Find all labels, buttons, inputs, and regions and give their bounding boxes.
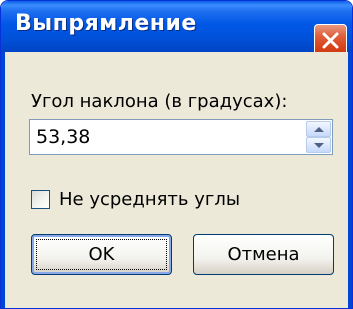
no-average-label[interactable]: Не усреднять углы: [59, 189, 240, 210]
angle-input[interactable]: 53,38: [36, 126, 90, 148]
cancel-button[interactable]: Отмена: [193, 234, 334, 275]
spin-down-button[interactable]: [306, 137, 331, 153]
ok-button[interactable]: OK: [31, 234, 172, 275]
spin-buttons: [306, 121, 331, 153]
angle-spinbox[interactable]: 53,38: [29, 119, 333, 155]
window-border-left: [1, 52, 5, 308]
close-icon: [322, 32, 339, 49]
focus-rect: [36, 239, 167, 270]
straighten-dialog: Выпрямление Угол наклона (в градусах): 5…: [0, 0, 353, 309]
dialog-title: Выпрямление: [15, 11, 197, 36]
angle-label: Угол наклона (в градусах):: [31, 91, 288, 112]
no-average-checkbox[interactable]: [31, 190, 50, 209]
spin-down-icon: [314, 143, 324, 148]
spin-up-icon: [314, 127, 324, 132]
window-border-right: [348, 52, 352, 308]
title-bar[interactable]: Выпрямление: [1, 1, 352, 57]
cancel-button-label: Отмена: [227, 244, 300, 265]
spin-up-button[interactable]: [306, 121, 331, 137]
